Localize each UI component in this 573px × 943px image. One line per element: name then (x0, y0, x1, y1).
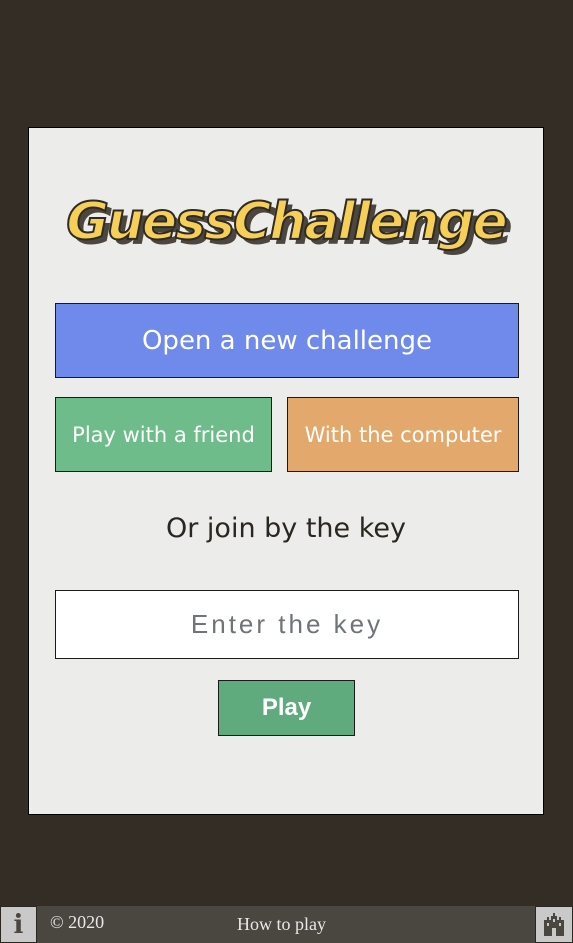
footer-bar: i © 2020 How to play (0, 906, 573, 943)
play-button[interactable]: Play (218, 680, 355, 736)
main-card: GuessChallenge Open a new challenge Play… (28, 127, 544, 815)
castle-icon (539, 908, 569, 942)
how-to-play-link[interactable]: How to play (237, 914, 326, 935)
copyright-text: © 2020 (50, 912, 105, 932)
info-icon: i (13, 909, 24, 940)
play-with-computer-label: With the computer (304, 422, 502, 447)
join-prompt: Or join by the key (165, 513, 406, 544)
key-input[interactable] (55, 590, 519, 659)
castle-button[interactable] (535, 906, 573, 943)
play-with-friend-button[interactable]: Play with a friend (55, 397, 272, 472)
open-new-challenge-button[interactable]: Open a new challenge (55, 303, 519, 378)
app-logo: GuessChallenge (65, 191, 509, 253)
play-with-friend-label: Play with a friend (72, 422, 255, 447)
open-new-challenge-label: Open a new challenge (141, 325, 433, 356)
info-button[interactable]: i (0, 906, 37, 943)
play-button-label: Play (261, 694, 312, 721)
play-with-computer-button[interactable]: With the computer (287, 397, 519, 472)
